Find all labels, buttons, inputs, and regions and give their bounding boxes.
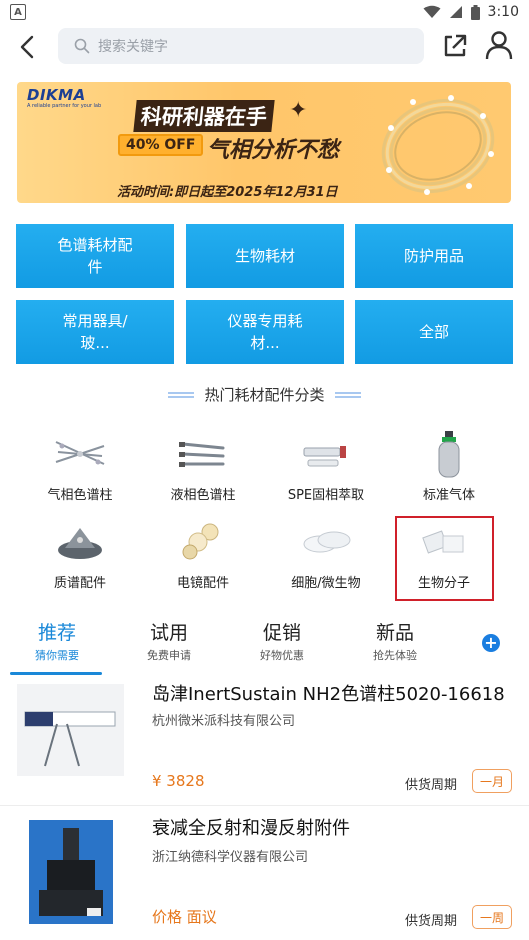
product-company: 杭州微米派科技有限公司 <box>152 714 296 729</box>
tab-title: 推荐 <box>37 622 76 644</box>
supply-cycle-badge: 一周 <box>472 905 512 929</box>
signal-icon <box>449 6 462 18</box>
back-arrow-icon <box>20 35 34 59</box>
prod-cat-label: 电镜配件 <box>176 576 229 591</box>
user-icon <box>485 31 513 60</box>
app-badge-icon: A <box>10 4 26 20</box>
banner-logo: DIKMA <box>27 86 86 104</box>
tab-subtitle: 猜你需要 <box>35 649 79 662</box>
section-title-text: 热门耗材配件分类 <box>204 386 325 404</box>
category-protection[interactable]: 防护用品 <box>355 224 513 288</box>
tab-subtitle: 免费申请 <box>147 649 191 662</box>
banner-date: 活动时间:即日起至2025年12月31日 <box>117 185 338 200</box>
section-title: 热门耗材配件分类 <box>0 384 529 405</box>
share-icon <box>444 34 467 57</box>
tab-subtitle: 好物优惠 <box>260 649 304 662</box>
tab-title: 促销 <box>262 622 301 644</box>
deco-right <box>334 391 361 398</box>
supply-cycle-badge: 一月 <box>472 769 512 793</box>
prod-cat-cell[interactable]: 细胞/微生物 <box>271 516 381 591</box>
divider <box>0 805 529 806</box>
product-company: 浙江纳德科学仪器有限公司 <box>152 850 309 865</box>
prod-cat-standard-gas[interactable]: 标准气体 <box>394 428 504 503</box>
product-thumbnail <box>17 684 124 776</box>
share-button[interactable] <box>440 31 470 61</box>
category-tools[interactable]: 常用器具/玻... <box>16 300 174 364</box>
em-part-icon <box>182 523 219 560</box>
tab-subtitle: 抢先体验 <box>373 649 417 662</box>
category-all[interactable]: 全部 <box>355 300 513 364</box>
prod-cat-ms-part[interactable]: 质谱配件 <box>25 516 135 591</box>
petri-dish-icon <box>303 531 351 553</box>
tab-title: 试用 <box>149 622 188 644</box>
tab-bar: 推荐 猜你需要 试用 免费申请 促销 好物优惠 新品 抢先体验 <box>0 618 529 676</box>
banner-logo-sub: A reliable partner for your lab <box>27 103 102 109</box>
search-input[interactable]: 搜索关键字 <box>58 28 424 64</box>
category-chromatography[interactable]: 色谱耗材配件 <box>16 224 174 288</box>
prod-cat-gc-column[interactable]: 气相色谱柱 <box>25 428 135 503</box>
prod-cat-label: SPE固相萃取 <box>287 488 365 503</box>
lc-column-icon <box>179 442 225 467</box>
tab-new[interactable]: 新品 抢先体验 <box>350 618 440 663</box>
prod-cat-label: 标准气体 <box>422 488 475 503</box>
gc-column-icon <box>55 441 105 465</box>
gas-cylinder-icon <box>438 431 460 478</box>
product-title: 衰减全反射和漫反射附件 <box>152 818 350 839</box>
add-tab-button[interactable]: + <box>482 634 500 652</box>
prod-cat-lc-column[interactable]: 液相色谱柱 <box>148 428 258 503</box>
search-placeholder: 搜索关键字 <box>98 39 168 55</box>
ms-part-icon <box>58 528 102 559</box>
supply-label: 供货周期 <box>405 914 458 929</box>
selection-highlight <box>395 516 494 601</box>
tab-trial[interactable]: 试用 免费申请 <box>124 618 214 663</box>
back-button[interactable] <box>12 32 42 62</box>
spe-icon <box>303 446 346 467</box>
promo-banner[interactable]: DIKMA A reliable partner for your lab 科研… <box>17 82 511 203</box>
header: 搜索关键字 <box>0 24 529 70</box>
tab-promotion[interactable]: 促销 好物优惠 <box>237 618 327 663</box>
status-icons: 3:10 <box>423 4 519 20</box>
banner-discount: 40% OFF <box>118 134 204 156</box>
battery-icon <box>470 4 480 20</box>
prod-cat-em-part[interactable]: 电镜配件 <box>148 516 258 591</box>
prod-cat-label: 细胞/微生物 <box>291 576 361 591</box>
status-bar: A 3:10 <box>0 0 529 24</box>
user-button[interactable] <box>484 30 514 60</box>
banner-subtitle: 气相分析不愁 <box>207 138 340 163</box>
search-icon <box>74 38 90 54</box>
product-price: 价格 面议 <box>152 908 217 926</box>
tab-active-underline <box>10 672 102 675</box>
product-title: 岛津InertSustain NH2色谱柱5020-16618 <box>152 684 505 705</box>
tab-recommend[interactable]: 推荐 猜你需要 <box>12 618 102 663</box>
gc-coil-illustration <box>381 95 495 195</box>
status-time: 3:10 <box>487 4 519 20</box>
category-bio[interactable]: 生物耗材 <box>186 224 344 288</box>
category-instrument[interactable]: 仪器专用耗材... <box>186 300 344 364</box>
banner-title: 科研利器在手 <box>133 100 275 132</box>
prod-cat-label: 气相色谱柱 <box>47 488 113 503</box>
prod-cat-label: 液相色谱柱 <box>170 488 236 503</box>
prod-cat-label: 质谱配件 <box>53 576 106 591</box>
sparkle-icon: ✦ <box>289 98 308 123</box>
deco-left <box>168 391 195 398</box>
tab-title: 新品 <box>375 622 414 644</box>
supply-label: 供货周期 <box>405 778 458 793</box>
product-thumbnail <box>17 814 124 926</box>
prod-cat-spe[interactable]: SPE固相萃取 <box>271 428 381 503</box>
wifi-icon <box>423 5 441 18</box>
product-price: ¥ 3828 <box>152 772 205 790</box>
